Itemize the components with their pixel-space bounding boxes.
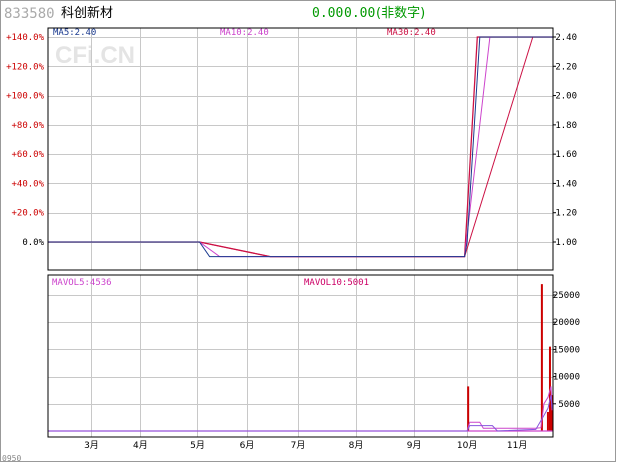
right-tick-label: 1.00 (555, 238, 577, 248)
x-tick-label: 6月 (240, 440, 255, 451)
left-tick-label: +20.0% (11, 209, 44, 219)
outer-border (0, 0, 616, 462)
volume-tick-label: 5000 (558, 400, 580, 410)
x-tick-label: 4月 (133, 440, 148, 451)
price-left-axis: +140.0% +120.0% +100.0% +80.0% +60.0% +40.0% +… (6, 33, 45, 248)
volume-tick-label: 15000 (553, 345, 580, 355)
right-tick-label: 1.80 (555, 121, 577, 131)
volume-bars (48, 284, 553, 432)
price-lines (48, 36, 553, 258)
series-line-ma10 (48, 36, 553, 258)
right-tick-label: 2.40 (555, 33, 577, 43)
right-tick-label: 1.20 (555, 209, 577, 219)
left-tick-label: +120.0% (6, 62, 45, 72)
x-tick-label: 11月 (507, 440, 527, 451)
series-line-mavol5 (48, 386, 553, 432)
stock-name: 科创新材 (61, 5, 113, 21)
price-right-axis: 2.40 2.20 2.00 1.80 1.60 1.40 1.20 1.00 (553, 33, 577, 248)
x-tick-label: 10月 (457, 440, 477, 451)
right-tick-label: 1.40 (555, 179, 577, 189)
volume-x-axis: 3月 4月 5月 6月 7月 8月 9月 10月 11月 (84, 440, 527, 451)
stock-chart: 833580 科创新材 0.00 0.00 (非数字) CFi.CN +140.… (0, 0, 616, 463)
left-tick-label: +140.0% (6, 33, 45, 43)
chart-page: 833580 科创新材 0.00 0.00 (非数字) CFi.CN +140.… (0, 0, 617, 463)
x-tick-label: 8月 (349, 440, 364, 451)
right-tick-label: 2.00 (555, 92, 577, 102)
series-line-mavol10 (48, 394, 553, 432)
x-tick-label: 3月 (84, 440, 99, 451)
watermark: CFi.CN (55, 42, 135, 69)
change-value: 0.00 (344, 6, 375, 21)
legend-ma30: MA30:2.40 (387, 28, 436, 38)
volume-grid (48, 275, 553, 437)
volume-tick-label: 10000 (553, 373, 580, 383)
x-tick-label: 7月 (291, 440, 306, 451)
change-note: (非数字) (376, 6, 425, 21)
legend-mavol5: MAVOL5:4536 (52, 278, 112, 288)
volume-tick-label: 25000 (553, 291, 580, 301)
left-tick-label: 0.0% (22, 238, 44, 248)
volume-lines (48, 386, 553, 432)
x-tick-label: 5月 (190, 440, 205, 451)
left-tick-label: +80.0% (11, 121, 44, 131)
footer-code: 0950 (2, 454, 21, 463)
x-tick-label: 9月 (407, 440, 422, 451)
legend-mavol10: MAVOL10:5001 (304, 278, 369, 288)
price-value: 0.00 (312, 6, 343, 21)
right-tick-label: 1.60 (555, 150, 577, 160)
left-tick-label: +40.0% (11, 179, 44, 189)
left-tick-label: +60.0% (11, 150, 44, 160)
right-tick-label: 2.20 (555, 62, 577, 72)
volume-tick-label: 20000 (553, 318, 580, 328)
legend-ma10: MA10:2.40 (220, 28, 269, 38)
left-tick-label: +100.0% (6, 92, 45, 102)
legend-ma5: MA5:2.40 (53, 28, 96, 38)
stock-code: 833580 (4, 6, 55, 22)
volume-right-axis: 25000 20000 15000 10000 5000 (553, 291, 580, 410)
volume-frame (47, 274, 554, 438)
